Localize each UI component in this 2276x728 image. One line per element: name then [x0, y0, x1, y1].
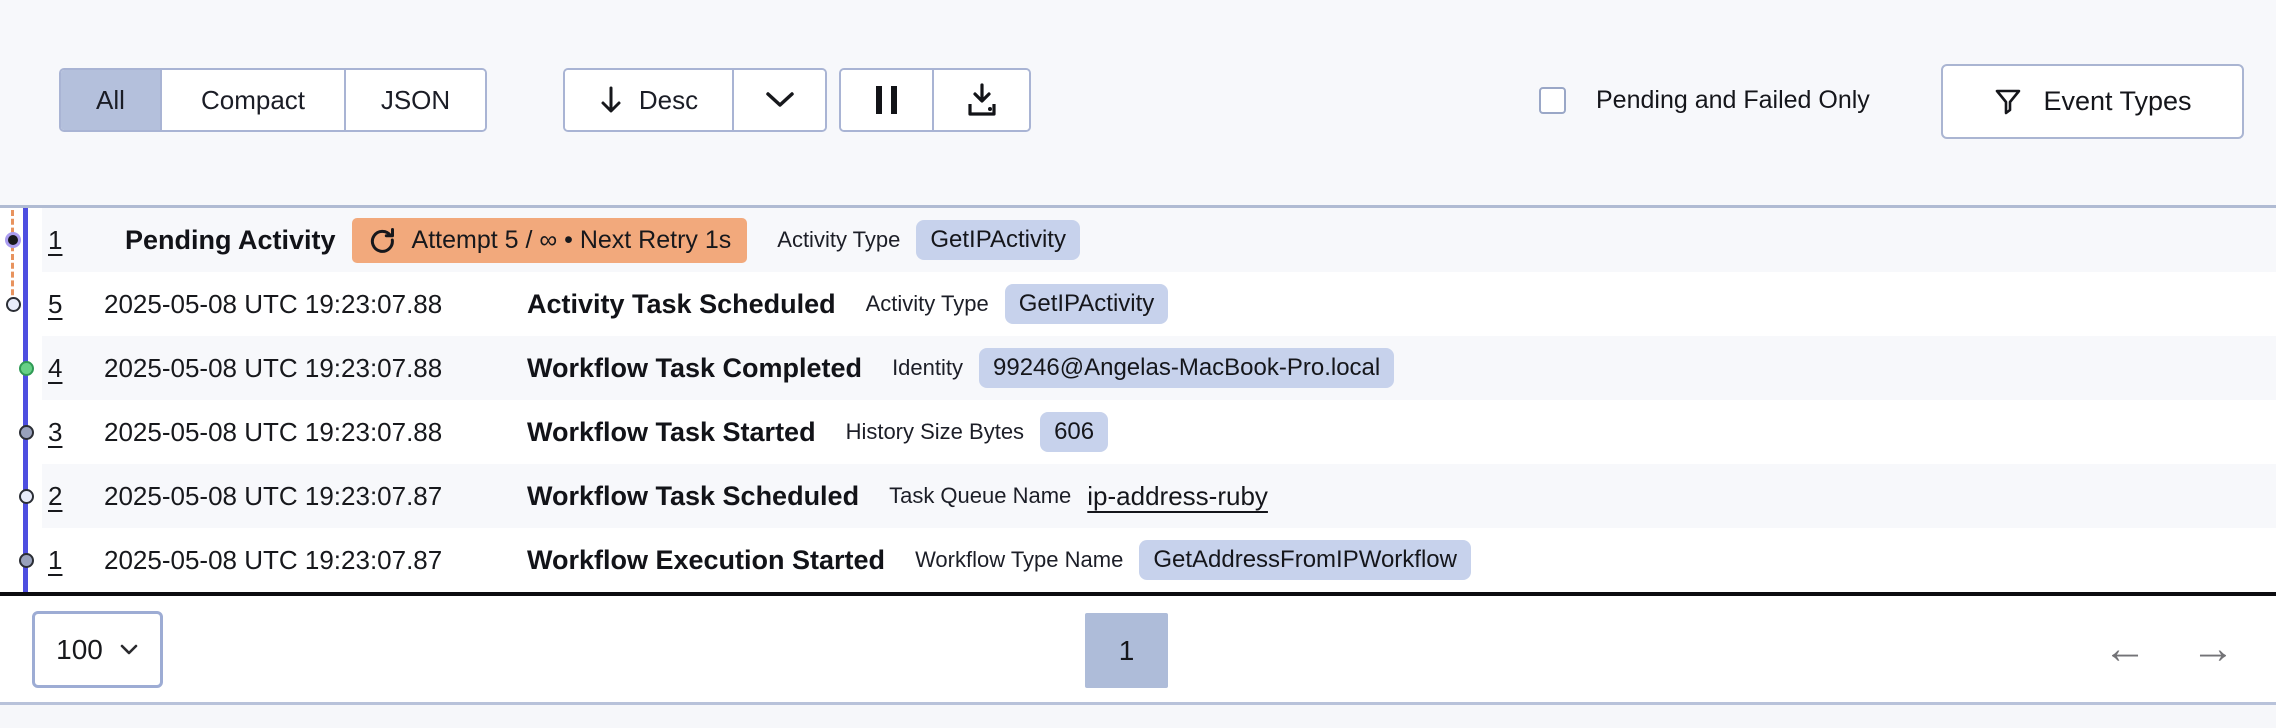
event-id-cell: 1 [42, 545, 104, 576]
event-attr-label: Task Queue Name [889, 483, 1072, 508]
event-attr-value-chip: GetIPActivity [916, 220, 1080, 260]
view-tab-compact[interactable]: Compact [160, 70, 344, 130]
task-queue-link[interactable]: ip-address-ruby [1087, 481, 1268, 512]
bottom-band [0, 705, 2276, 728]
event-attr-label: Activity Type [865, 291, 989, 316]
retry-attempt-badge: Attempt 5 / ∞ • Next Retry 1s [351, 217, 748, 263]
sort-desc-button[interactable]: Desc [565, 70, 732, 130]
event-timestamp: 2025-05-08 UTC 19:23:07.88 [104, 416, 443, 447]
event-title: Workflow Task Started [527, 416, 816, 447]
event-id-cell: 2 [42, 481, 104, 512]
event-history-table: 1 Pending Activity Attempt 5 / ∞ • Next Re… [0, 205, 2276, 592]
event-timestamp: 2025-05-08 UTC 19:23:07.87 [104, 480, 443, 511]
prev-page-button[interactable]: ← [2090, 624, 2160, 674]
event-id-cell: 5 [42, 289, 104, 320]
event-types-button[interactable]: Event Types [1941, 64, 2244, 139]
event-types-label: Event Types [2043, 86, 2192, 116]
pending-activity-row[interactable]: 1 Pending Activity Attempt 5 / ∞ • Next Re… [0, 208, 2276, 272]
page-size-value: 100 [56, 633, 103, 665]
event-attr-value-chip: GetIPActivity [1004, 284, 1169, 324]
retry-badge-text: Attempt 5 / ∞ • Next Retry 1s [411, 225, 732, 254]
arrow-left-icon: ← [2103, 624, 2147, 673]
event-timestamp: 2025-05-08 UTC 19:23:07.88 [104, 288, 443, 319]
event-attr-value-chip: GetAddressFromIPWorkflow [1139, 540, 1471, 580]
toolbar: All Compact JSON Desc Pending and Failed… [0, 0, 2276, 205]
download-icon [964, 83, 1000, 117]
event-title: Workflow Task Completed [527, 352, 863, 383]
event-attr-label: Workflow Type Name [915, 547, 1124, 572]
pending-failed-filter: Pending and Failed Only [1539, 68, 1870, 132]
event-id-link[interactable]: 2 [48, 481, 62, 511]
event-title: Workflow Task Scheduled [527, 480, 860, 511]
event-id-cell: 1 [42, 225, 104, 256]
event-timestamp: 2025-05-08 UTC 19:23:07.88 [104, 352, 443, 383]
event-id-cell: 4 [42, 353, 104, 384]
sort-menu-button[interactable] [732, 70, 825, 130]
event-row[interactable]: 1 2025-05-08 UTC 19:23:07.87 Workflow Exec… [0, 528, 2276, 592]
event-id-link[interactable]: 3 [48, 417, 62, 447]
event-timestamp: 2025-05-08 UTC 19:23:07.87 [104, 544, 443, 575]
event-row[interactable]: 3 2025-05-08 UTC 19:23:07.88 Workflow Task… [0, 400, 2276, 464]
event-title: Activity Task Scheduled [527, 288, 836, 319]
history-actions [839, 68, 1031, 132]
pending-failed-checkbox[interactable] [1539, 86, 1566, 114]
retry-icon [368, 226, 396, 254]
event-attr-label: Identity [892, 355, 963, 380]
event-attr-value-chip: 99246@Angelas-MacBook-Pro.local [979, 348, 1395, 388]
event-row[interactable]: 2 2025-05-08 UTC 19:23:07.87 Workflow Task… [0, 464, 2276, 528]
view-mode-toggle: All Compact JSON [59, 68, 487, 132]
event-id-link[interactable]: 5 [48, 289, 62, 319]
event-table-rows: 1 Pending Activity Attempt 5 / ∞ • Next Re… [0, 208, 2276, 592]
chevron-down-icon [119, 643, 139, 656]
sort-control: Desc [563, 68, 827, 132]
event-id-cell: 3 [42, 417, 104, 448]
pagination-bar: 100 1 ← → [0, 596, 2276, 702]
view-tab-all[interactable]: All [61, 70, 160, 130]
event-row[interactable]: 5 2025-05-08 UTC 19:23:07.88 Activity Task… [0, 272, 2276, 336]
event-id-link[interactable]: 1 [48, 545, 62, 575]
chevron-down-icon [764, 91, 796, 109]
event-row[interactable]: 4 2025-05-08 UTC 19:23:07.88 Workflow Task… [0, 336, 2276, 400]
download-button[interactable] [932, 70, 1029, 130]
current-page-button[interactable]: 1 [1085, 613, 1168, 688]
sort-label: Desc [638, 84, 699, 115]
view-tab-json[interactable]: JSON [344, 70, 485, 130]
event-title: Workflow Execution Started [527, 544, 886, 575]
pending-failed-label: Pending and Failed Only [1596, 85, 1870, 114]
filter-funnel-icon [1993, 87, 2023, 117]
event-id-link[interactable]: 4 [48, 353, 62, 383]
page-size-select[interactable]: 100 [32, 611, 163, 688]
pause-icon [876, 86, 897, 114]
event-attr-value-chip: 606 [1040, 412, 1109, 452]
event-id-link[interactable]: 1 [48, 225, 62, 255]
event-attr-label: History Size Bytes [845, 419, 1025, 444]
event-attr-label: Activity Type [777, 227, 901, 252]
arrow-right-icon: → [2191, 624, 2235, 673]
pause-button[interactable] [841, 70, 932, 130]
event-title: Pending Activity [125, 224, 336, 255]
arrow-down-icon [599, 85, 623, 115]
next-page-button[interactable]: → [2178, 624, 2248, 674]
